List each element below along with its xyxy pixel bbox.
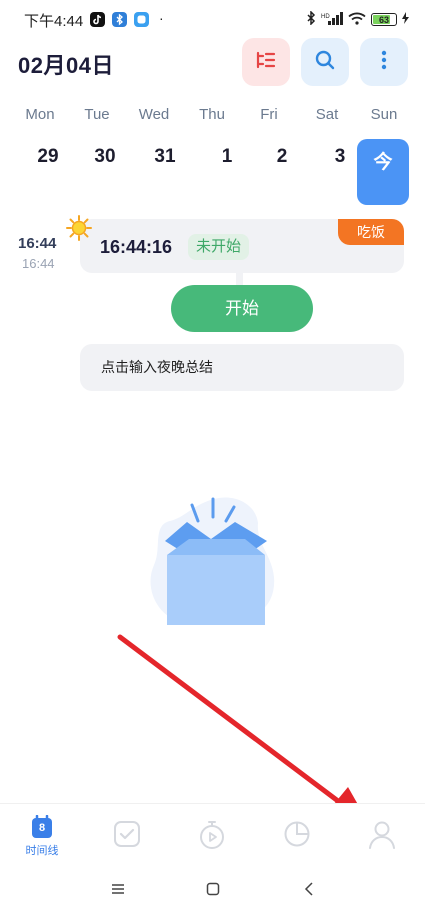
date-cell[interactable]: 30 [80, 146, 130, 168]
menu-icon[interactable] [111, 882, 125, 901]
tiktok-icon [90, 12, 105, 27]
charging-icon [402, 12, 409, 27]
nav-item-profile[interactable] [362, 820, 402, 860]
pie-chart-icon [283, 820, 311, 853]
svg-text:HD: HD [321, 14, 330, 20]
battery-icon: 63 [371, 13, 397, 26]
more-button[interactable] [360, 38, 408, 86]
checkbox-icon [113, 820, 141, 853]
night-summary-input[interactable]: 点击输入夜晚总结 [80, 344, 404, 391]
bluetooth-app-icon [112, 12, 127, 27]
more-vertical-icon [372, 48, 396, 77]
signal-icon: HD [321, 11, 343, 28]
notification-dot: · [159, 10, 164, 26]
date-cell[interactable]: 31 [140, 146, 190, 168]
weekday-label: Mon [25, 106, 55, 123]
weekday-label: Wed [138, 106, 170, 123]
calendar-badge: 8 [38, 822, 46, 834]
user-icon [368, 820, 396, 855]
nav-item-timer[interactable] [192, 820, 232, 860]
nav-item-tasks[interactable] [107, 820, 147, 860]
weekday-label: Sun [370, 106, 398, 123]
bluetooth-icon [306, 10, 316, 28]
chat-app-icon [134, 12, 149, 27]
weekday-label: Thu [199, 106, 225, 123]
date-cell[interactable]: 2 [257, 146, 307, 168]
search-button[interactable] [301, 38, 349, 86]
page-title[interactable]: 02月04日 [18, 48, 114, 80]
schedule-icon [254, 48, 278, 77]
weekday-label: Fri [260, 106, 278, 123]
battery-level: 63 [378, 14, 389, 25]
home-icon[interactable] [206, 882, 220, 901]
sun-icon [65, 214, 93, 247]
today-cell[interactable]: 今 [357, 139, 409, 205]
schedule-button[interactable] [242, 38, 290, 86]
weekday-label: Tue [84, 106, 110, 123]
weekday-label: Sat [315, 106, 339, 123]
status-indicators: HD 63 [306, 10, 409, 28]
nav-item-stats[interactable] [277, 820, 317, 860]
back-icon[interactable] [304, 882, 314, 901]
status-badge: 未开始 [188, 234, 250, 260]
search-icon [313, 48, 337, 77]
nav-item-timeline[interactable]: 8 时间线 [22, 814, 62, 857]
card-time: 16:44:16 [100, 237, 173, 257]
nav-label-timeline: 时间线 [25, 845, 59, 857]
entry-time-secondary: 16:44 [22, 256, 55, 271]
date-cell[interactable]: 29 [23, 146, 73, 168]
calendar-icon: 8 [31, 814, 53, 839]
category-tag[interactable]: 吃饭 [338, 219, 404, 245]
entry-time: 16:44 [18, 235, 57, 252]
date-cell[interactable]: 1 [202, 146, 252, 168]
empty-box-illustration [140, 495, 280, 640]
wifi-icon [348, 12, 366, 28]
start-button[interactable]: 开始 [171, 285, 313, 332]
stopwatch-icon [198, 820, 226, 855]
status-time: 下午4:44 [24, 13, 84, 30]
